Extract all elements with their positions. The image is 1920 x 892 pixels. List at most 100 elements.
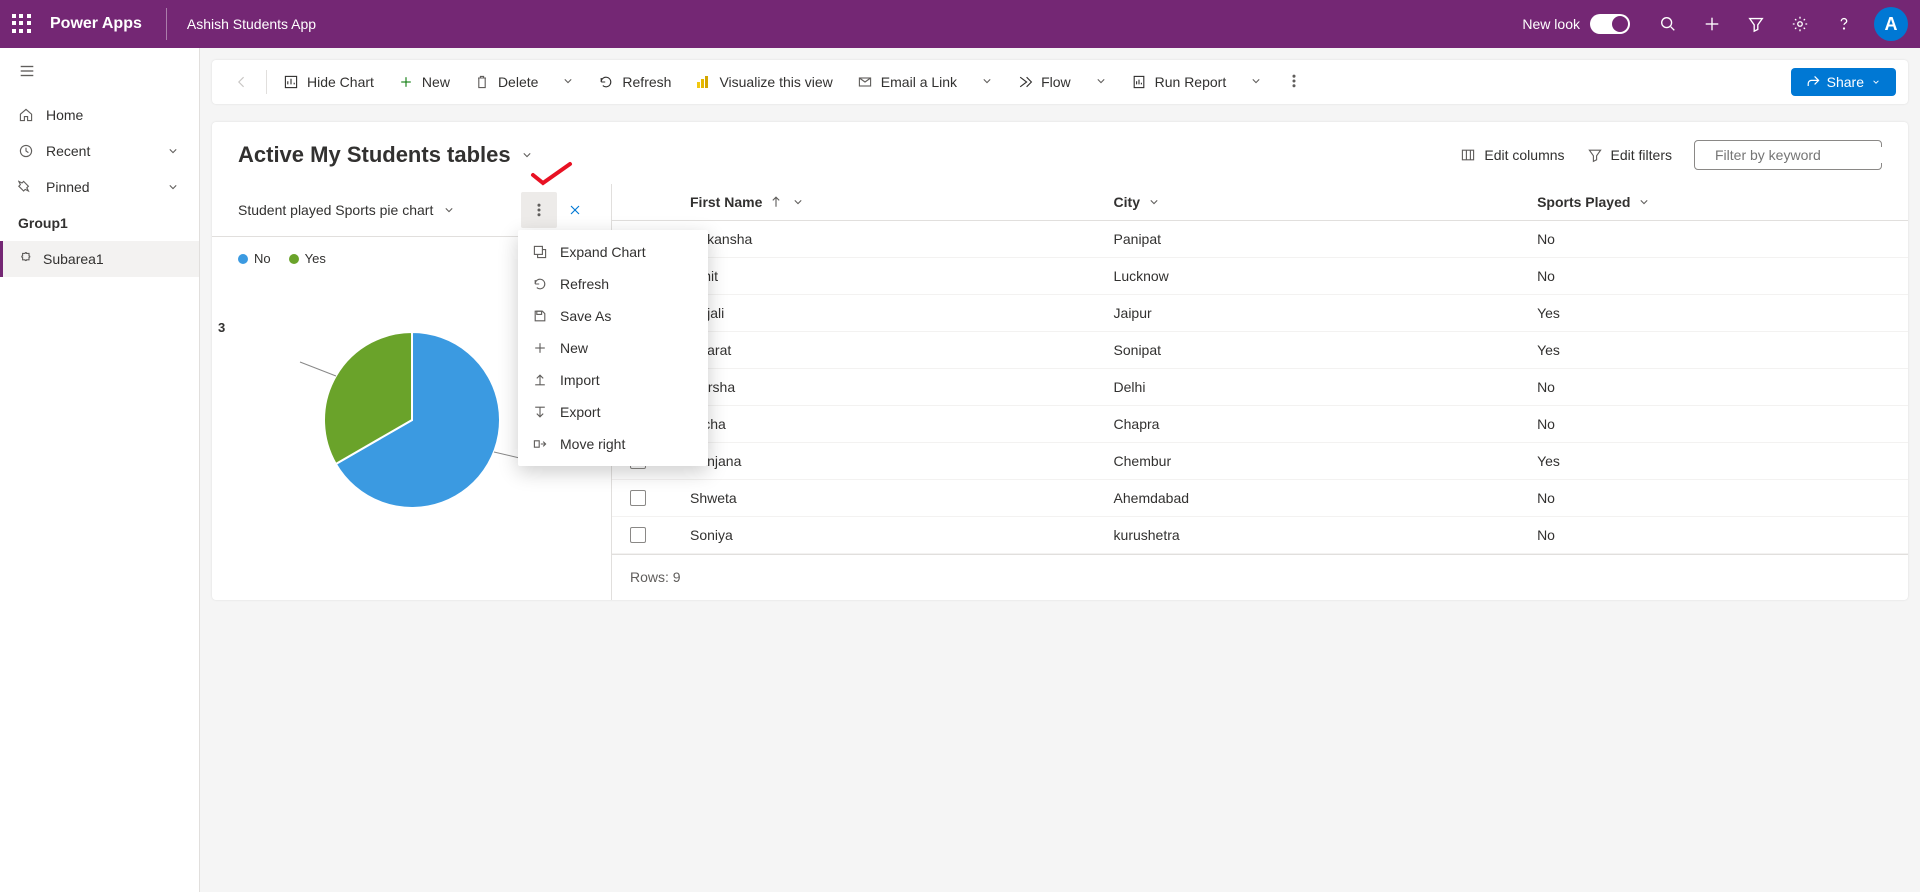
cell-sports-played: No [1537, 527, 1890, 543]
table-row[interactable]: AnjaliJaipurYes [612, 295, 1908, 332]
chevron-down-icon[interactable] [519, 147, 535, 163]
pin-icon [18, 179, 34, 195]
sidebar-item-subarea1[interactable]: Subarea1 [0, 241, 199, 277]
cmd-label: Email a Link [881, 74, 957, 90]
vh-label: Edit filters [1611, 147, 1672, 163]
menu-move-right[interactable]: Move right [518, 428, 708, 460]
chart-close-button[interactable] [557, 192, 593, 228]
hide-chart-button[interactable]: Hide Chart [273, 68, 384, 96]
menu-import[interactable]: Import [518, 364, 708, 396]
plus-icon [532, 340, 548, 356]
chevron-down-icon [1248, 73, 1264, 89]
rows-count-label: Rows: 9 [630, 569, 681, 585]
chevron-down-icon [165, 179, 181, 195]
col-header-first-name[interactable]: First Name [690, 194, 1114, 210]
delete-button[interactable]: Delete [464, 68, 548, 96]
table-row[interactable]: AakanshaPanipatNo [612, 221, 1908, 258]
avatar[interactable]: A [1874, 7, 1908, 41]
table-row[interactable]: RichaChapraNo [612, 406, 1908, 443]
cell-city: Sonipat [1114, 342, 1538, 358]
col-header-city[interactable]: City [1114, 194, 1538, 210]
table-row[interactable]: HarshaDelhiNo [612, 369, 1908, 406]
pie-chart[interactable] [282, 320, 542, 520]
arrow-up-icon [768, 194, 784, 210]
table-row[interactable]: BharatSonipatYes [612, 332, 1908, 369]
table-row[interactable]: SanjanaChemburYes [612, 443, 1908, 480]
table-row[interactable]: ShwetaAhemdabadNo [612, 480, 1908, 517]
back-button[interactable] [224, 68, 260, 96]
filter-input-wrapper[interactable] [1694, 140, 1882, 170]
email-link-button[interactable]: Email a Link [847, 68, 967, 96]
run-report-button[interactable]: Run Report [1121, 68, 1237, 96]
share-button[interactable]: Share [1791, 68, 1896, 96]
menu-export[interactable]: Export [518, 396, 708, 428]
menu-save-as[interactable]: Save As [518, 300, 708, 332]
sidebar-item-home[interactable]: Home [0, 97, 199, 133]
flow-dropdown[interactable] [1085, 67, 1117, 98]
cell-sports-played: No [1537, 268, 1890, 284]
legend-label: No [254, 251, 271, 266]
cell-city: Delhi [1114, 379, 1538, 395]
chart-selector[interactable]: Student played Sports pie chart [238, 202, 457, 218]
run-report-dropdown[interactable] [1240, 67, 1272, 98]
menu-expand-chart[interactable]: Expand Chart [518, 236, 708, 268]
ctx-label: Expand Chart [560, 244, 646, 260]
gear-icon[interactable] [1778, 0, 1822, 48]
expand-icon [532, 244, 548, 260]
view-title[interactable]: Active My Students tables [238, 142, 511, 168]
chevron-down-icon [790, 194, 806, 210]
cell-first-name: Sanjana [690, 453, 1114, 469]
app-launcher-icon[interactable] [12, 14, 32, 34]
toggle-switch-icon[interactable] [1590, 14, 1630, 34]
brand-label: Power Apps [50, 15, 142, 33]
sidebar-item-recent[interactable]: Recent [0, 133, 199, 169]
legend-swatch [289, 254, 299, 264]
legend-item-no[interactable]: No [238, 251, 271, 266]
cmd-label: Delete [498, 74, 538, 90]
trash-icon [474, 74, 490, 90]
new-button[interactable]: New [388, 68, 460, 96]
sidebar-item-label: Home [46, 107, 83, 123]
table-row[interactable]: AmitLucknowNo [612, 258, 1908, 295]
new-look-toggle[interactable]: New look [1522, 14, 1630, 34]
filter-keyword-input[interactable] [1715, 147, 1896, 163]
report-icon [1131, 74, 1147, 90]
row-checkbox[interactable] [630, 490, 646, 506]
flow-icon [1017, 74, 1033, 90]
chart-context-menu: Expand Chart Refresh Save As New Import … [518, 230, 708, 466]
edit-filters-button[interactable]: Edit filters [1587, 147, 1672, 163]
refresh-button[interactable]: Refresh [588, 68, 681, 96]
cmd-label: Refresh [622, 74, 671, 90]
visualize-button[interactable]: Visualize this view [685, 68, 842, 96]
help-icon[interactable] [1822, 0, 1866, 48]
sidebar-item-label: Recent [46, 143, 90, 159]
sidebar-item-pinned[interactable]: Pinned [0, 169, 199, 205]
add-icon[interactable] [1690, 0, 1734, 48]
email-dropdown[interactable] [971, 67, 1003, 98]
chart-title-label: Student played Sports pie chart [238, 202, 433, 218]
filter-icon[interactable] [1734, 0, 1778, 48]
legend-item-yes[interactable]: Yes [289, 251, 326, 266]
edit-columns-button[interactable]: Edit columns [1460, 147, 1564, 163]
refresh-icon [598, 74, 614, 90]
clock-icon [18, 143, 34, 159]
chart-more-button[interactable] [521, 192, 557, 228]
chevron-down-icon [165, 143, 181, 159]
cell-sports-played: No [1537, 231, 1890, 247]
search-icon[interactable] [1646, 0, 1690, 48]
overflow-button[interactable] [1276, 73, 1312, 92]
menu-toggle-icon[interactable] [0, 48, 199, 97]
menu-refresh[interactable]: Refresh [518, 268, 708, 300]
app-name-label: Ashish Students App [187, 16, 316, 32]
row-checkbox[interactable] [630, 527, 646, 543]
cmd-label: Run Report [1155, 74, 1227, 90]
col-header-sports-played[interactable]: Sports Played [1537, 194, 1890, 210]
cell-sports-played: Yes [1537, 453, 1890, 469]
ctx-label: Export [560, 404, 600, 420]
cell-city: kurushetra [1114, 527, 1538, 543]
cell-city: Lucknow [1114, 268, 1538, 284]
table-row[interactable]: SoniyakurushetraNo [612, 517, 1908, 554]
menu-new[interactable]: New [518, 332, 708, 364]
flow-button[interactable]: Flow [1007, 68, 1081, 96]
delete-dropdown[interactable] [552, 67, 584, 98]
